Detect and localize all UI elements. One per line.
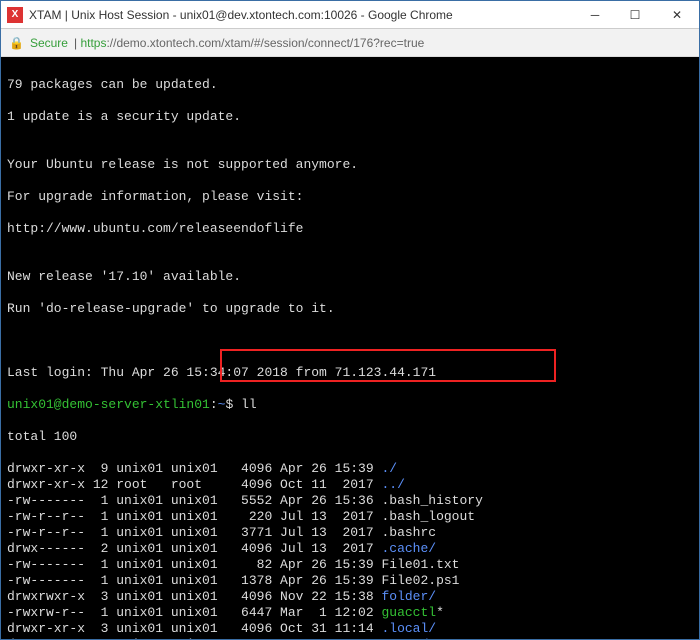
window-titlebar: X XTAM | Unix Host Session - unix01@dev.…: [1, 1, 699, 29]
ls-row-name: .bashrc: [381, 525, 436, 540]
ls-row-name: folder/: [381, 589, 436, 604]
motd-line: For upgrade information, please visit:: [7, 189, 693, 205]
ls-row-meta: -rw------- 1 unix01 unix01 82 Apr 26 15:…: [7, 557, 381, 572]
ls-row-meta: -rw------- 1 unix01 unix01 5552 Apr 26 1…: [7, 493, 381, 508]
ls-row-name: File02.ps1: [381, 573, 459, 588]
ls-total: total 100: [7, 429, 693, 445]
ls-row: -rw-r--r-- 1 unix01 unix01 220 Jul 13 20…: [7, 509, 693, 525]
terminal[interactable]: 79 packages can be updated. 1 update is …: [1, 57, 699, 639]
ls-row: drwxr-xr-x 12 root root 4096 Oct 11 2017…: [7, 477, 693, 493]
motd-line: Run 'do-release-upgrade' to upgrade to i…: [7, 301, 693, 317]
ls-row-meta: drwxrwxr-x 2 unix01 unix01 4096 Aug 30 2…: [7, 637, 381, 639]
ls-row-name: .cache/: [381, 541, 436, 556]
motd-line: New release '17.10' available.: [7, 269, 693, 285]
address-url: | https://demo.xtontech.com/xtam/#/sessi…: [74, 36, 424, 50]
motd-line: 1 update is a security update.: [7, 109, 693, 125]
ls-row: -rwxrw-r-- 1 unix01 unix01 6447 Mar 1 12…: [7, 605, 693, 621]
window-controls: ─ ☐ ✕: [575, 1, 699, 28]
motd-line: http://www.ubuntu.com/releaseendoflife: [7, 221, 693, 237]
window-title: XTAM | Unix Host Session - unix01@dev.xt…: [29, 8, 575, 22]
ls-row-name: .bash_logout: [381, 509, 475, 524]
ls-row: -rw------- 1 unix01 unix01 82 Apr 26 15:…: [7, 557, 693, 573]
ls-row-meta: -rwxrw-r-- 1 unix01 unix01 6447 Mar 1 12…: [7, 605, 381, 620]
maximize-button[interactable]: ☐: [615, 1, 655, 28]
ls-row: -rw------- 1 unix01 unix01 5552 Apr 26 1…: [7, 493, 693, 509]
ls-row-meta: drwxr-xr-x 12 root root 4096 Oct 11 2017: [7, 477, 381, 492]
ls-row: drwx------ 2 unix01 unix01 4096 Jul 13 2…: [7, 541, 693, 557]
motd-line: Your Ubuntu release is not supported any…: [7, 157, 693, 173]
prompt-command: ll: [233, 397, 256, 412]
prompt-user: unix01@demo-server-xtlin01: [7, 397, 210, 412]
ls-row-meta: -rw-r--r-- 1 unix01 unix01 3771 Jul 13 2…: [7, 525, 381, 540]
ls-row: drwxrwxr-x 3 unix01 unix01 4096 Nov 22 1…: [7, 589, 693, 605]
ls-row: drwxr-xr-x 3 unix01 unix01 4096 Oct 31 1…: [7, 621, 693, 637]
prompt-line: unix01@demo-server-xtlin01:~$ ll: [7, 397, 693, 413]
ls-listing: drwxr-xr-x 9 unix01 unix01 4096 Apr 26 1…: [7, 461, 693, 639]
ls-row-name: .nano/: [381, 637, 428, 639]
ls-row-meta: drwxr-xr-x 9 unix01 unix01 4096 Apr 26 1…: [7, 461, 381, 476]
address-bar[interactable]: 🔒 Secure | https://demo.xtontech.com/xta…: [1, 29, 699, 57]
url-rest: ://demo.xtontech.com/xtam/#/session/conn…: [106, 36, 424, 50]
ls-row-meta: drwxr-xr-x 3 unix01 unix01 4096 Oct 31 1…: [7, 621, 381, 636]
ls-row-meta: -rw-r--r-- 1 unix01 unix01 220 Jul 13 20…: [7, 509, 381, 524]
ls-row-suffix: *: [436, 605, 444, 620]
ls-row: -rw------- 1 unix01 unix01 1378 Apr 26 1…: [7, 573, 693, 589]
minimize-button[interactable]: ─: [575, 1, 615, 28]
lock-icon: 🔒: [9, 36, 24, 50]
xtam-app-icon: X: [7, 7, 23, 23]
url-scheme: https: [80, 36, 106, 50]
close-button[interactable]: ✕: [655, 1, 699, 28]
ls-row-name: ../: [381, 477, 404, 492]
prompt-colon: :: [210, 397, 218, 412]
ls-row-meta: drwx------ 2 unix01 unix01 4096 Jul 13 2…: [7, 541, 381, 556]
ls-row-name: .local/: [381, 621, 436, 636]
ls-row-meta: -rw------- 1 unix01 unix01 1378 Apr 26 1…: [7, 573, 381, 588]
ls-row: drwxrwxr-x 2 unix01 unix01 4096 Aug 30 2…: [7, 637, 693, 639]
ls-row-meta: drwxrwxr-x 3 unix01 unix01 4096 Nov 22 1…: [7, 589, 381, 604]
ls-row: -rw-r--r-- 1 unix01 unix01 3771 Jul 13 2…: [7, 525, 693, 541]
secure-label: Secure: [30, 36, 68, 50]
ls-row-name: ./: [381, 461, 397, 476]
ls-row: drwxr-xr-x 9 unix01 unix01 4096 Apr 26 1…: [7, 461, 693, 477]
ls-row-name: .bash_history: [381, 493, 482, 508]
last-login-line: Last login: Thu Apr 26 15:34:07 2018 fro…: [7, 365, 693, 381]
ls-row-name: guacctl: [381, 605, 436, 620]
ls-row-name: File01.txt: [381, 557, 459, 572]
chrome-window: X XTAM | Unix Host Session - unix01@dev.…: [0, 0, 700, 640]
motd-line: 79 packages can be updated.: [7, 77, 693, 93]
